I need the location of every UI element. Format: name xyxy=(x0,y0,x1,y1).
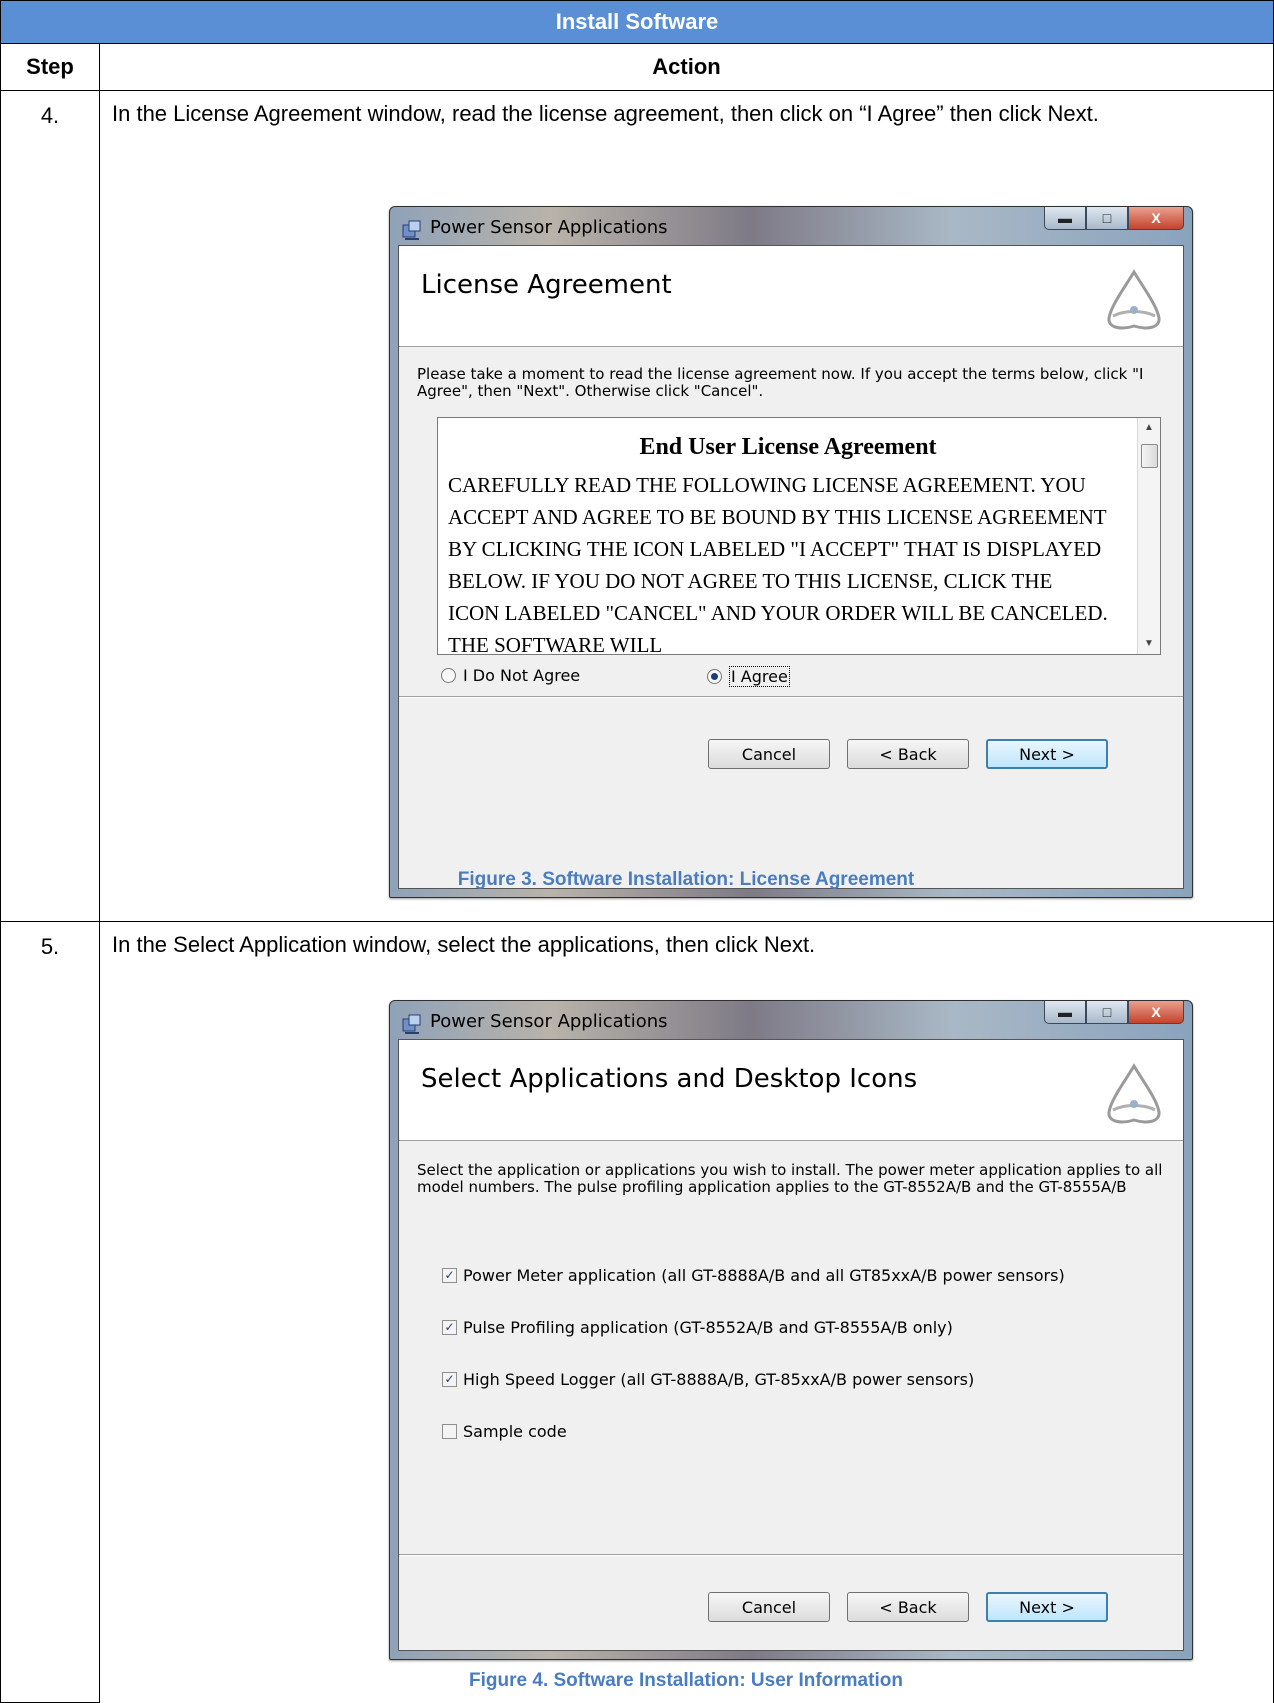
checkbox-checked-icon: ✓ xyxy=(442,1320,457,1335)
page-title: License Agreement xyxy=(421,270,672,300)
wizard-banner: Select Applications and Desktop Icons xyxy=(399,1040,1183,1141)
action-cell: In the Select Application window, select… xyxy=(99,921,1274,1703)
scroll-down-icon[interactable]: ▼ xyxy=(1138,634,1160,654)
radio-icon xyxy=(441,668,456,683)
checkbox-sample-code[interactable]: Sample code xyxy=(442,1422,567,1441)
window-titlebar[interactable]: Power Sensor Applications ▬ □ X xyxy=(390,1001,1192,1039)
close-icon[interactable]: X xyxy=(1128,207,1184,230)
checkbox-checked-icon: ✓ xyxy=(442,1372,457,1387)
minimize-icon[interactable]: ▬ xyxy=(1044,1001,1086,1024)
window-titlebar[interactable]: Power Sensor Applications ▬ □ X xyxy=(390,207,1192,245)
maximize-icon[interactable]: □ xyxy=(1086,207,1128,230)
license-agreement-window: Power Sensor Applications ▬ □ X License … xyxy=(389,206,1193,898)
vertical-scrollbar[interactable]: ▲ ▼ xyxy=(1137,418,1160,654)
window-title: Power Sensor Applications xyxy=(430,1011,668,1032)
figure-caption: Figure 4. Software Installation: User In… xyxy=(469,1670,903,1691)
select-applications-window: Power Sensor Applications ▬ □ X Select A… xyxy=(389,1000,1193,1660)
checkbox-label: Sample code xyxy=(463,1422,567,1441)
license-body: CAREFULLY READ THE FOLLOWING LICENSE AGR… xyxy=(448,473,1108,655)
step-number: 5. xyxy=(0,921,100,1703)
license-title: End User License Agreement xyxy=(639,434,937,460)
figure-caption: Figure 3. Software Installation: License… xyxy=(457,869,915,890)
next-button[interactable]: Next > xyxy=(986,739,1108,769)
intro-text: Please take a moment to read the license… xyxy=(417,365,1144,400)
checkbox-label: High Speed Logger (all GT-8888A/B, GT-85… xyxy=(463,1370,975,1389)
company-logo-icon xyxy=(1107,1063,1161,1124)
window-client: License Agreement Please take a moment t… xyxy=(398,245,1184,889)
installer-icon xyxy=(402,220,421,240)
checkbox-checked-icon: ✓ xyxy=(442,1268,457,1283)
wizard-banner: License Agreement xyxy=(399,246,1183,347)
cancel-button[interactable]: Cancel xyxy=(708,739,830,769)
close-icon[interactable]: X xyxy=(1128,1001,1184,1024)
caption-buttons: ▬ □ X xyxy=(1044,207,1184,230)
cancel-button[interactable]: Cancel xyxy=(708,1592,830,1622)
radio-selected-icon xyxy=(707,669,722,684)
checkbox-unchecked-icon xyxy=(442,1424,457,1439)
table-title: Install Software xyxy=(0,0,1274,44)
divider xyxy=(399,696,1183,698)
checkbox-power-meter[interactable]: ✓ Power Meter application (all GT-8888A/… xyxy=(442,1266,1065,1285)
scroll-thumb[interactable] xyxy=(1141,444,1158,468)
action-text: In the License Agreement window, read th… xyxy=(112,101,1099,126)
divider xyxy=(399,1554,1183,1556)
checkbox-label: Power Meter application (all GT-8888A/B … xyxy=(463,1266,1065,1285)
radio-do-not-agree[interactable]: I Do Not Agree xyxy=(441,666,580,685)
checkbox-high-speed-logger[interactable]: ✓ High Speed Logger (all GT-8888A/B, GT-… xyxy=(442,1370,974,1389)
company-logo-icon xyxy=(1107,269,1161,330)
step-column-header: Step xyxy=(0,43,100,91)
scroll-up-icon[interactable]: ▲ xyxy=(1138,418,1160,438)
minimize-icon[interactable]: ▬ xyxy=(1044,207,1086,230)
checkbox-pulse-profiling[interactable]: ✓ Pulse Profiling application (GT-8552A/… xyxy=(442,1318,953,1337)
intro-text: Select the application or applications y… xyxy=(417,1161,1163,1196)
action-text: In the Select Application window, select… xyxy=(112,932,816,957)
radio-agree[interactable]: I Agree xyxy=(707,666,790,687)
step-number: 4. xyxy=(0,90,100,922)
action-column-header: Action xyxy=(99,43,1274,91)
back-button[interactable]: < Back xyxy=(847,1592,969,1622)
window-client: Select Applications and Desktop Icons Se… xyxy=(398,1039,1184,1651)
next-button[interactable]: Next > xyxy=(986,1592,1108,1622)
caption-buttons: ▬ □ X xyxy=(1044,1001,1184,1024)
action-cell: In the License Agreement window, read th… xyxy=(99,90,1274,922)
maximize-icon[interactable]: □ xyxy=(1086,1001,1128,1024)
installer-icon xyxy=(402,1014,421,1034)
license-textbox[interactable]: End User License Agreement CAREFULLY REA… xyxy=(437,417,1161,655)
page-title: Select Applications and Desktop Icons xyxy=(421,1064,918,1094)
radio-label: I Do Not Agree xyxy=(463,666,581,685)
window-title: Power Sensor Applications xyxy=(430,217,668,238)
back-button[interactable]: < Back xyxy=(847,739,969,769)
radio-label: I Agree xyxy=(729,666,790,687)
checkbox-label: Pulse Profiling application (GT-8552A/B … xyxy=(463,1318,953,1337)
